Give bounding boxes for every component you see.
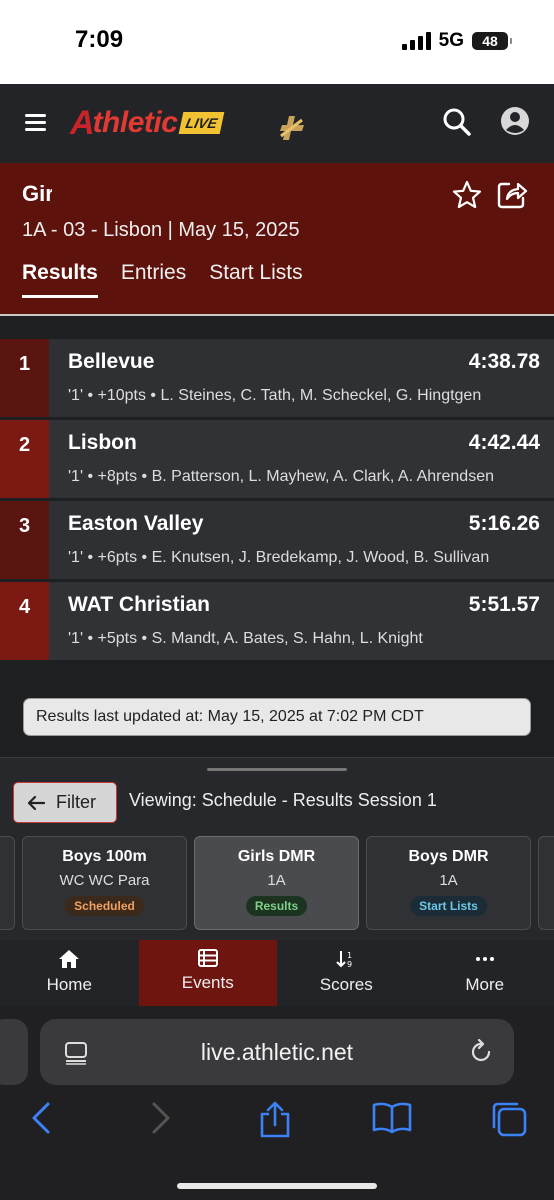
results-list: 1 Bellevue 4:38.78 '1' • +10pts • L. Ste… [0, 339, 554, 663]
more-icon [475, 957, 494, 961]
event-card[interactable]: Girls DMR 1A Results [194, 836, 359, 930]
result-time: 4:38.78 [468, 350, 540, 373]
card-title: Girls DMR [237, 848, 316, 865]
forward-icon[interactable] [150, 1101, 172, 1135]
team-name: Easton Valley [68, 512, 204, 535]
browser-toolbar [0, 1101, 554, 1141]
nav-home[interactable]: Home [0, 940, 139, 1006]
bottom-nav: Home Events 1 9 Scores More [0, 940, 554, 1006]
svg-text:9: 9 [347, 960, 352, 969]
event-tabs: Results Entries Start Lists [22, 261, 303, 298]
status-badge: Start Lists [410, 896, 487, 916]
tab-entries[interactable]: Entries [121, 261, 186, 298]
result-row[interactable]: 4 WAT Christian 5:51.57 '1' • +5pts • S.… [0, 582, 554, 660]
network-type: 5G [438, 30, 464, 51]
card-subtitle: 1A [267, 872, 286, 889]
browser-chrome: live.athletic.net [0, 1006, 554, 1200]
sort-icon: 1 9 [336, 951, 352, 969]
result-row[interactable]: 2 Lisbon 4:42.44 '1' • +8pts • B. Patter… [0, 420, 554, 498]
nav-label: More [465, 975, 505, 994]
tab-results[interactable]: Results [22, 261, 98, 298]
card-title: Boys DMR [408, 848, 489, 865]
tab-start-lists[interactable]: Start Lists [209, 261, 302, 298]
team-name: Lisbon [68, 431, 137, 454]
result-time: 4:42.44 [468, 431, 540, 454]
result-row[interactable]: 1 Bellevue 4:38.78 '1' • +10pts • L. Ste… [0, 339, 554, 417]
arrow-left-icon [27, 795, 46, 810]
card-subtitle: WC WC Para [59, 872, 150, 889]
status-time: 7:09 [75, 26, 124, 53]
athletic-live-logo[interactable]: A thletic LIVE [70, 104, 225, 142]
battery-icon: 48 [472, 32, 512, 50]
team-name: Bellevue [68, 350, 155, 373]
status-bar: 7:09 5G 48 [0, 0, 554, 84]
nav-events[interactable]: Events [138, 940, 277, 1006]
status-indicators: 5G 48 [401, 30, 512, 52]
event-card-partial[interactable] [0, 836, 15, 930]
bookmarks-icon[interactable] [372, 1101, 412, 1135]
share-icon[interactable] [496, 178, 528, 210]
place-number: 3 [0, 501, 49, 579]
event-subtitle: 1A - 03 - Lisbon | May 15, 2025 [22, 219, 300, 241]
sheet-grabber[interactable] [207, 768, 347, 771]
card-title: Boys 100m [62, 848, 147, 865]
place-number: 1 [0, 339, 49, 417]
card-subtitle: 1A [439, 872, 458, 889]
account-icon[interactable] [500, 106, 530, 136]
event-card-partial[interactable] [538, 836, 554, 930]
address-bar[interactable]: live.athletic.net [40, 1019, 514, 1085]
tabs-icon[interactable] [490, 1101, 528, 1137]
result-row[interactable]: 3 Easton Valley 5:16.26 '1' • +6pts • E.… [0, 501, 554, 579]
result-detail: '1' • +6pts • E. Knutsen, J. Bredekamp, … [68, 549, 490, 566]
result-time: 5:51.57 [468, 593, 540, 616]
home-icon [59, 950, 80, 968]
previous-tab-peek[interactable] [0, 1019, 28, 1085]
last-updated-notice: Results last updated at: May 15, 2025 at… [23, 698, 531, 736]
signal-icon [401, 32, 431, 50]
svg-text:1: 1 [347, 951, 352, 960]
favorite-star-icon[interactable] [452, 180, 482, 210]
menu-icon[interactable] [25, 114, 46, 131]
result-time: 5:16.26 [468, 512, 540, 535]
event-card[interactable]: Boys DMR 1A Start Lists [366, 836, 531, 930]
status-badge: Results [245, 896, 308, 916]
nav-label: Scores [319, 975, 373, 994]
url-text[interactable]: live.athletic.net [40, 1039, 514, 1066]
place-number: 2 [0, 420, 49, 498]
nav-label: Events [181, 973, 234, 992]
team-name: WAT Christian [68, 593, 210, 616]
event-title: Girls DMR [22, 181, 52, 206]
filter-label: Filter [56, 792, 96, 812]
event-card[interactable]: Boys 100m WC WC Para Scheduled [22, 836, 187, 930]
back-icon[interactable] [30, 1101, 52, 1135]
schedule-sheet: Filter Viewing: Schedule - Results Sessi… [0, 757, 554, 940]
list-icon [197, 949, 218, 967]
filter-button[interactable]: Filter [13, 782, 117, 823]
event-cards: Boys 100m WC WC Para Scheduled Girls DMR… [0, 836, 554, 930]
result-detail: '1' • +5pts • S. Mandt, A. Bates, S. Hah… [68, 630, 423, 647]
viewing-label: Viewing: Schedule - Results Session 1 [129, 790, 437, 810]
result-detail: '1' • +10pts • L. Steines, C. Tath, M. S… [68, 387, 482, 404]
home-indicator [177, 1183, 377, 1189]
place-number: 4 [0, 582, 49, 660]
result-detail: '1' • +8pts • B. Patterson, L. Mayhew, A… [68, 468, 494, 485]
athletic-plus-icon[interactable] [278, 114, 306, 142]
reload-icon[interactable] [468, 1039, 494, 1065]
nav-label: Home [46, 975, 92, 994]
nav-more[interactable]: More [416, 940, 554, 1006]
share-sheet-icon[interactable] [258, 1101, 292, 1139]
status-badge: Scheduled [65, 896, 144, 916]
nav-scores[interactable]: 1 9 Scores [277, 940, 416, 1006]
search-icon[interactable] [442, 107, 472, 137]
